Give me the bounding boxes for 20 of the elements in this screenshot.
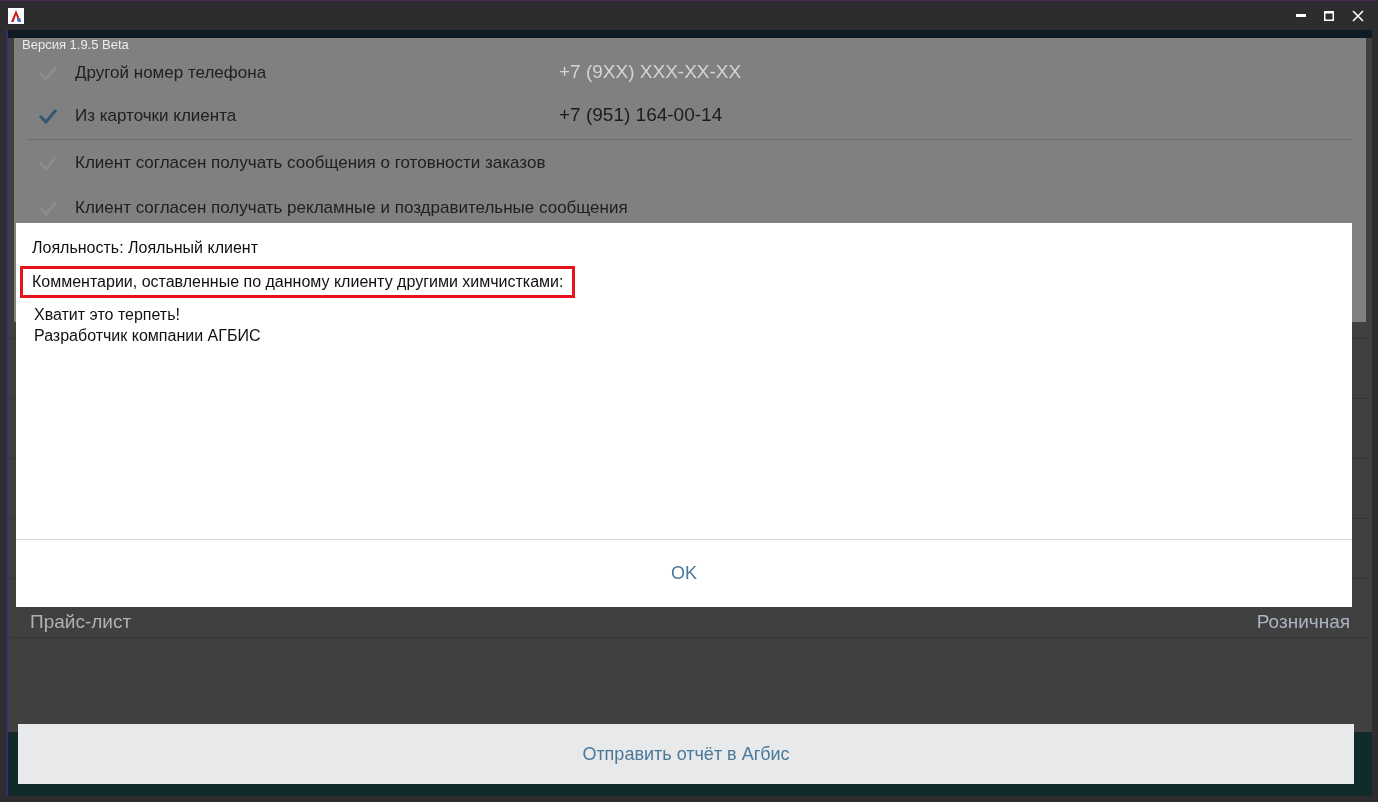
- close-icon[interactable]: [1352, 9, 1364, 22]
- minimize-icon[interactable]: [1296, 13, 1306, 18]
- comment-line: Разработчик компании АГБИС: [34, 326, 262, 346]
- comments-heading: Комментарии, оставленные по данному клиенту другими химчистками:: [20, 266, 576, 298]
- phone-input[interactable]: +7 (9XX) XXX-XX-XX: [559, 58, 819, 87]
- option-label: Другой номер телефона: [75, 61, 268, 84]
- version-label: Версия 1.9.5 Beta: [22, 38, 130, 52]
- price-list-label: Прайс-лист: [30, 611, 132, 633]
- checkmark-icon[interactable]: [38, 107, 58, 124]
- consent-label: Клиент согласен получать сообщения о готовности заказов: [75, 151, 546, 174]
- loyalty-text: Лояльность: Лояльный клиент: [32, 238, 259, 258]
- send-report-button[interactable]: Отправить отчёт в Агбис: [18, 724, 1354, 784]
- price-list-value: Розничная: [1256, 611, 1350, 633]
- ok-button[interactable]: OK: [16, 540, 1352, 607]
- app-logo-icon: [8, 7, 24, 24]
- comment-line: Хватит это терпеть!: [34, 305, 181, 325]
- phone-number: +7 (951) 164-00-14: [559, 103, 723, 128]
- maximize-icon[interactable]: [1324, 10, 1334, 21]
- option-label: Из карточки клиента: [75, 104, 238, 127]
- consent-label: Клиент согласен получать рекламные и поздравительные сообщения: [75, 196, 628, 219]
